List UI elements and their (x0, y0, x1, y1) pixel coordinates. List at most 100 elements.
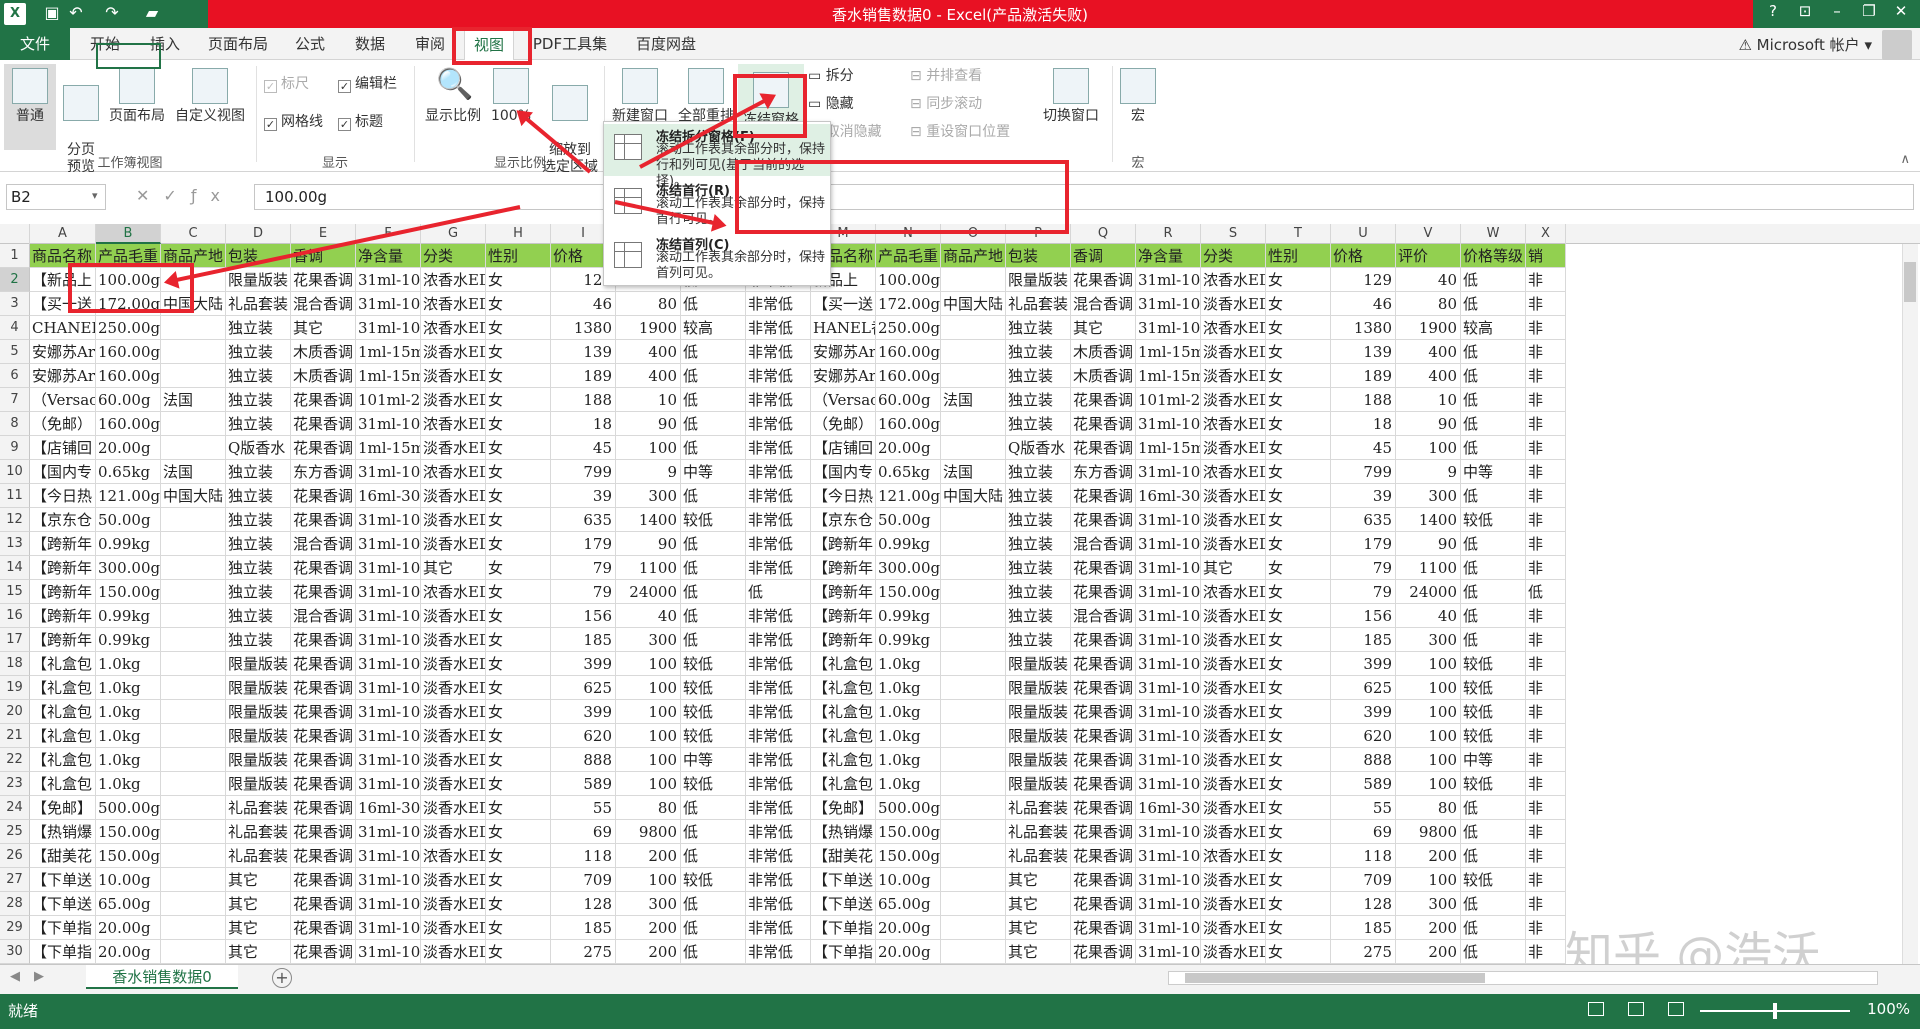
cell[interactable]: 女 (486, 364, 551, 388)
cell[interactable]: 【下单送 (30, 892, 96, 916)
cell[interactable]: 0.99kg (96, 532, 161, 556)
cell[interactable]: （Versace (30, 388, 96, 412)
cell[interactable]: 花果香调 (1071, 820, 1136, 844)
ruler-checkbox[interactable]: ✓ 标尺 (264, 74, 309, 94)
cell[interactable] (941, 772, 1006, 796)
cell[interactable] (161, 868, 226, 892)
row-header[interactable]: 8 (0, 412, 30, 436)
row-header[interactable]: 13 (0, 532, 30, 556)
cell[interactable]: 635 (1331, 508, 1396, 532)
cell[interactable]: 独立装 (226, 316, 291, 340)
column-header-x[interactable]: X (1526, 224, 1566, 244)
cell[interactable]: （免邮） (811, 412, 876, 436)
cell[interactable]: 非常低 (746, 940, 811, 964)
cell[interactable]: 礼品套装 (1006, 796, 1071, 820)
cell[interactable] (941, 820, 1006, 844)
column-title-cell[interactable]: 评价 (1396, 244, 1461, 268)
cell[interactable]: 安娜苏Ar (811, 364, 876, 388)
cell[interactable]: 花果香调 (291, 820, 356, 844)
cell[interactable]: 浓香水EDI (421, 268, 486, 292)
cell[interactable]: 18 (551, 412, 616, 436)
cell[interactable]: 淡香水EDT (1201, 484, 1266, 508)
cell[interactable]: 女 (1266, 652, 1331, 676)
cell[interactable]: 独立装 (1006, 316, 1071, 340)
cell[interactable]: 独立装 (226, 580, 291, 604)
cell[interactable]: 低 (681, 340, 746, 364)
cell[interactable]: 160.00g (876, 340, 941, 364)
cell[interactable]: 0.99kg (876, 628, 941, 652)
cell[interactable]: 女 (486, 916, 551, 940)
cell[interactable]: 10 (1396, 388, 1461, 412)
cell[interactable]: 40 (616, 604, 681, 628)
cell[interactable]: 185 (551, 628, 616, 652)
cell[interactable]: 花果香调 (1071, 628, 1136, 652)
cell[interactable]: 31ml-100r (1136, 892, 1201, 916)
headings-checkbox[interactable]: ✓ 标题 (338, 112, 383, 132)
column-header-c[interactable]: C (161, 224, 226, 244)
cell[interactable]: 128 (1331, 892, 1396, 916)
cell[interactable] (161, 700, 226, 724)
cell[interactable]: 399 (1331, 700, 1396, 724)
cell[interactable]: 31ml-100r (356, 628, 421, 652)
zoom-button[interactable]: 🔍 显示比例 (420, 68, 486, 125)
cell[interactable]: 其它 (226, 868, 291, 892)
cell[interactable]: 混合香调 (1071, 604, 1136, 628)
cell[interactable]: 东方香调 (291, 460, 356, 484)
column-header-q[interactable]: Q (1071, 224, 1136, 244)
cell[interactable]: 400 (1396, 340, 1461, 364)
cell[interactable]: 其它 (1006, 940, 1071, 964)
cell[interactable]: 1.0kg (876, 772, 941, 796)
cell[interactable]: 低 (1461, 844, 1526, 868)
cell[interactable]: 其它 (1201, 556, 1266, 580)
cell[interactable]: 淡香水EDT (421, 916, 486, 940)
cell[interactable]: 女 (1266, 604, 1331, 628)
cell[interactable]: 独立装 (1006, 604, 1071, 628)
cell[interactable]: 400 (616, 364, 681, 388)
cell[interactable]: 女 (486, 772, 551, 796)
column-header-w[interactable]: W (1461, 224, 1526, 244)
cell[interactable]: 0.65kg (96, 460, 161, 484)
cell[interactable]: 淡香水EDT (1201, 748, 1266, 772)
cell[interactable]: 女 (1266, 940, 1331, 964)
cancel-icon[interactable]: ✕ (136, 186, 163, 205)
cell[interactable]: Q版香水 (226, 436, 291, 460)
cell[interactable]: 女 (486, 844, 551, 868)
cell[interactable]: 156 (1331, 604, 1396, 628)
cell[interactable]: 低 (681, 556, 746, 580)
cell[interactable]: 100 (1396, 772, 1461, 796)
cell[interactable] (941, 316, 1006, 340)
cell[interactable]: 淡香水EDT (421, 532, 486, 556)
cell[interactable]: 0.99kg (96, 604, 161, 628)
sheet-tab[interactable]: 香水销售数据0 (86, 965, 238, 989)
tab-baidu-netdisk[interactable]: 百度网盘 (626, 28, 706, 60)
row-header[interactable]: 27 (0, 868, 30, 892)
cell[interactable]: 118 (1331, 844, 1396, 868)
cell[interactable]: 500.00g (876, 796, 941, 820)
cell[interactable] (941, 724, 1006, 748)
cell[interactable]: 31ml-100r (1136, 556, 1201, 580)
cell[interactable]: 花果香调 (291, 940, 356, 964)
cell[interactable]: 31ml-100r (1136, 700, 1201, 724)
column-header-r[interactable]: R (1136, 224, 1201, 244)
cell[interactable]: 31ml-100r (1136, 268, 1201, 292)
cell[interactable]: 淡香水EDT (1201, 364, 1266, 388)
cell[interactable] (161, 340, 226, 364)
cell[interactable]: 限量版装 (1006, 772, 1071, 796)
cell[interactable]: 花果香调 (291, 772, 356, 796)
cell[interactable]: 400 (1396, 364, 1461, 388)
cell[interactable]: 花果香调 (1071, 844, 1136, 868)
cell[interactable]: 589 (551, 772, 616, 796)
cell[interactable]: 中等 (1461, 748, 1526, 772)
cell[interactable]: 非 (1526, 700, 1566, 724)
cell[interactable] (941, 652, 1006, 676)
cell[interactable]: 【甜美花 (811, 844, 876, 868)
cell[interactable]: 55 (551, 796, 616, 820)
row-header[interactable]: 4 (0, 316, 30, 340)
zoom-level[interactable]: 100% (1867, 1000, 1910, 1018)
cell[interactable]: 121.00g (96, 484, 161, 508)
cell[interactable]: 【买一送 (811, 292, 876, 316)
column-title-cell[interactable]: 销 (1526, 244, 1566, 268)
cell[interactable]: 非 (1526, 508, 1566, 532)
row-header[interactable]: 23 (0, 772, 30, 796)
cell[interactable]: 20.00g (876, 436, 941, 460)
